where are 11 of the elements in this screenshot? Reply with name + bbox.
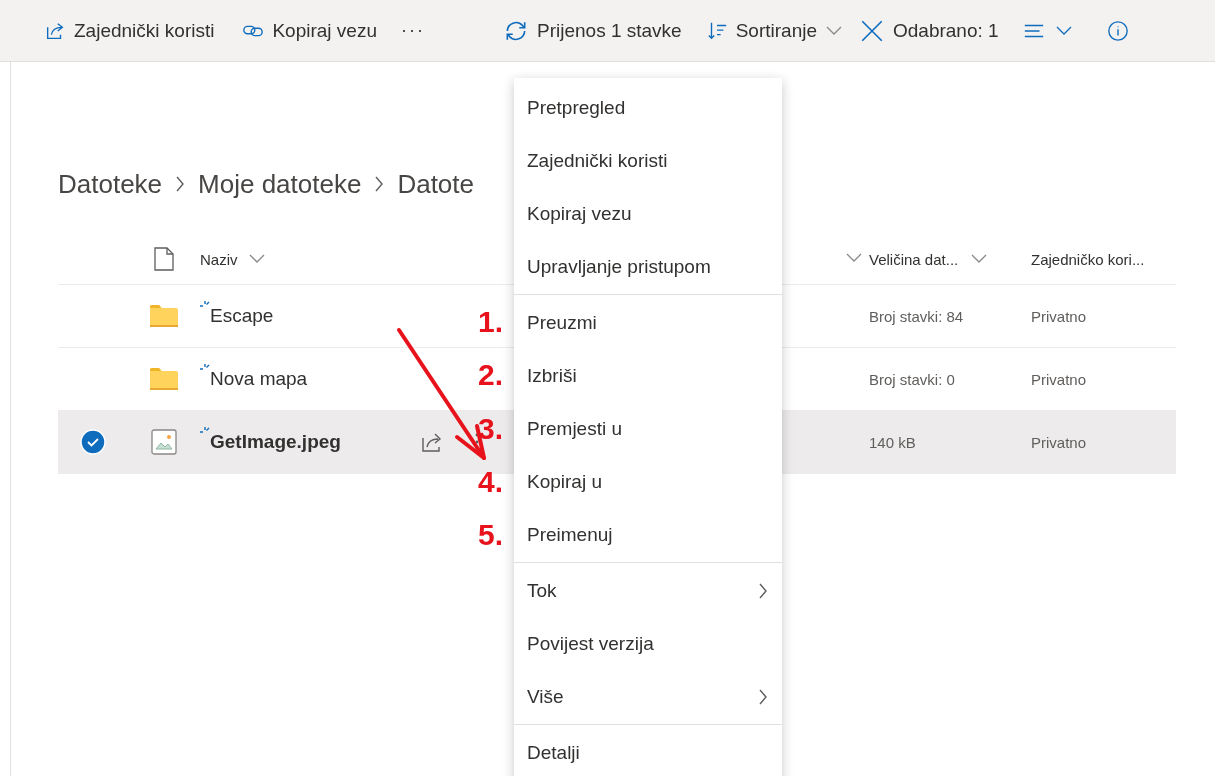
sharing-cell: Privatno [1031,370,1087,388]
sharing-cell: Privatno [1031,433,1087,451]
step-number: 4. [478,464,504,499]
size-cell: Broj stavki: 84 [869,307,964,325]
step-number: 1. [478,305,504,339]
size-cell: Broj stavki: 0 [869,370,955,388]
size-cell: 140 kB [869,433,916,451]
step-number: 3. [478,411,504,446]
sharing-cell: Privatno [1031,307,1087,325]
step-number: 5. [478,518,504,553]
step-number: 2. [478,358,504,393]
